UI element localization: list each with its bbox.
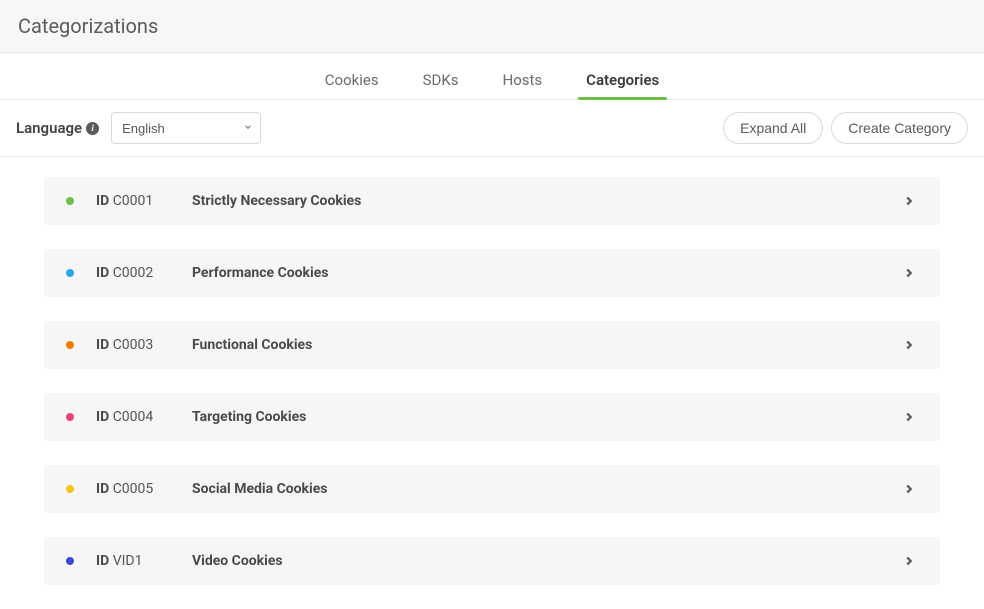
- status-dot: [66, 557, 74, 565]
- chevron-right-icon: [902, 266, 916, 280]
- category-id: ID C0001: [96, 193, 192, 209]
- create-category-button[interactable]: Create Category: [831, 112, 968, 144]
- tab-cookies[interactable]: Cookies: [315, 63, 389, 99]
- category-id: ID C0004: [96, 409, 192, 425]
- status-dot: [66, 197, 74, 205]
- toolbar: Language i English Expand All Create Cat…: [0, 100, 984, 157]
- chevron-right-icon: [902, 554, 916, 568]
- category-id: ID C0002: [96, 265, 192, 281]
- info-icon[interactable]: i: [86, 122, 99, 135]
- tabs: Cookies SDKs Hosts Categories: [0, 53, 984, 100]
- page-title: Categorizations: [18, 14, 966, 38]
- category-row[interactable]: ID C0004 Targeting Cookies: [44, 393, 940, 441]
- page-header: Categorizations: [0, 0, 984, 53]
- category-list: ID C0001 Strictly Necessary Cookies ID C…: [0, 157, 984, 585]
- category-row[interactable]: ID C0003 Functional Cookies: [44, 321, 940, 369]
- category-row[interactable]: ID C0001 Strictly Necessary Cookies: [44, 177, 940, 225]
- category-name: Targeting Cookies: [192, 409, 306, 425]
- category-id: ID C0005: [96, 481, 192, 497]
- chevron-right-icon: [902, 338, 916, 352]
- chevron-right-icon: [902, 410, 916, 424]
- category-name: Social Media Cookies: [192, 481, 327, 497]
- language-select-wrap: English: [111, 112, 261, 144]
- category-id: ID VID1: [96, 553, 192, 569]
- category-row[interactable]: ID C0002 Performance Cookies: [44, 249, 940, 297]
- category-name: Performance Cookies: [192, 265, 329, 281]
- chevron-right-icon: [902, 194, 916, 208]
- tab-sdks[interactable]: SDKs: [413, 63, 469, 99]
- category-name: Functional Cookies: [192, 337, 312, 353]
- category-row[interactable]: ID C0005 Social Media Cookies: [44, 465, 940, 513]
- expand-all-button[interactable]: Expand All: [723, 112, 823, 144]
- category-name: Strictly Necessary Cookies: [192, 193, 361, 209]
- status-dot: [66, 269, 74, 277]
- chevron-right-icon: [902, 482, 916, 496]
- language-select[interactable]: English: [111, 112, 261, 144]
- tab-categories[interactable]: Categories: [576, 63, 669, 99]
- status-dot: [66, 341, 74, 349]
- tab-hosts[interactable]: Hosts: [493, 63, 553, 99]
- status-dot: [66, 485, 74, 493]
- category-id: ID C0003: [96, 337, 192, 353]
- status-dot: [66, 413, 74, 421]
- language-label: Language: [16, 119, 82, 137]
- category-name: Video Cookies: [192, 553, 283, 569]
